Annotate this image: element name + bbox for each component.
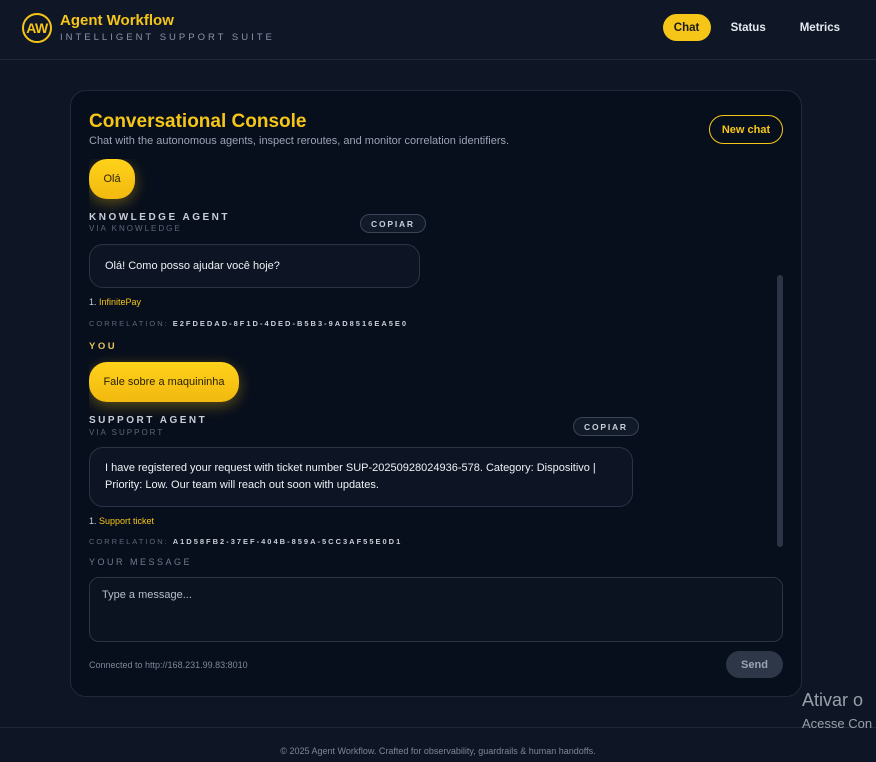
- app-header: AW Agent Workflow INTELLIGENT SUPPORT SU…: [0, 0, 876, 60]
- nav-chat[interactable]: Chat: [662, 14, 711, 41]
- correlation-value: E2FDEDAD-8F1D-4DED-B5B3-9AD8516EA5E0: [172, 319, 409, 328]
- source-item: 1. Support ticket: [89, 516, 154, 526]
- you-label: YOU: [89, 341, 118, 352]
- agent-name-label: KNOWLEDGE AGENT: [89, 212, 231, 223]
- agent-via-label: VIA KNOWLEDGE: [89, 224, 182, 233]
- conversational-console: Conversational Console Chat with the aut…: [70, 90, 802, 697]
- copy-button[interactable]: COPIAR: [573, 417, 639, 436]
- footer-text: © 2025 Agent Workflow. Crafted for obser…: [280, 746, 596, 756]
- connection-status: Connected to http://168.231.99.83:8010: [89, 660, 248, 670]
- correlation-id: CORRELATION: E2FDEDAD-8F1D-4DED-B5B3-9AD8…: [89, 319, 408, 328]
- nav-status[interactable]: Status: [717, 14, 780, 41]
- source-item: 1. InfinitePay: [89, 297, 141, 307]
- nav-metrics[interactable]: Metrics: [786, 14, 854, 41]
- source-number: 1.: [89, 516, 97, 526]
- console-subtitle: Chat with the autonomous agents, inspect…: [89, 135, 510, 147]
- send-button[interactable]: Send: [726, 651, 783, 678]
- agent-via-label: VIA SUPPORT: [89, 428, 165, 437]
- user-message-bubble: Fale sobre a maquininha: [89, 362, 239, 402]
- activation-watermark-subtitle: Acesse Con: [802, 716, 873, 731]
- agent-message-bubble: Olá! Como posso ajudar você hoje?: [89, 244, 420, 288]
- app-subtitle: INTELLIGENT SUPPORT SUITE: [60, 32, 275, 43]
- source-number: 1.: [89, 297, 97, 307]
- correlation-id: CORRELATION: A1D58FB2-37EF-404B-859A-5CC3…: [89, 537, 402, 546]
- correlation-label: CORRELATION:: [89, 537, 169, 546]
- copy-button[interactable]: COPIAR: [360, 214, 426, 233]
- new-chat-button[interactable]: New chat: [709, 115, 783, 144]
- console-title: Conversational Console: [89, 111, 307, 132]
- message-list[interactable]: Olá KNOWLEDGE AGENT VIA KNOWLEDGE COPIAR…: [89, 159, 784, 549]
- source-link[interactable]: InfinitePay: [99, 297, 141, 307]
- message-input[interactable]: [89, 577, 783, 642]
- message-field-label: YOUR MESSAGE: [89, 557, 193, 567]
- footer-divider: [0, 727, 876, 728]
- main-nav: Chat Status Metrics: [662, 14, 854, 41]
- correlation-value: A1D58FB2-37EF-404B-859A-5CC3AF55E0D1: [172, 537, 403, 546]
- agent-message-bubble: I have registered your request with tick…: [89, 447, 633, 507]
- correlation-label: CORRELATION:: [89, 319, 169, 328]
- logo-icon: AW: [22, 13, 52, 43]
- source-link[interactable]: Support ticket: [99, 516, 154, 526]
- message-scrollbar[interactable]: [777, 275, 783, 547]
- app-title: Agent Workflow: [60, 12, 174, 29]
- agent-name-label: SUPPORT AGENT: [89, 415, 208, 426]
- activation-watermark-title: Ativar o: [802, 690, 864, 710]
- user-message-bubble: Olá: [89, 159, 135, 199]
